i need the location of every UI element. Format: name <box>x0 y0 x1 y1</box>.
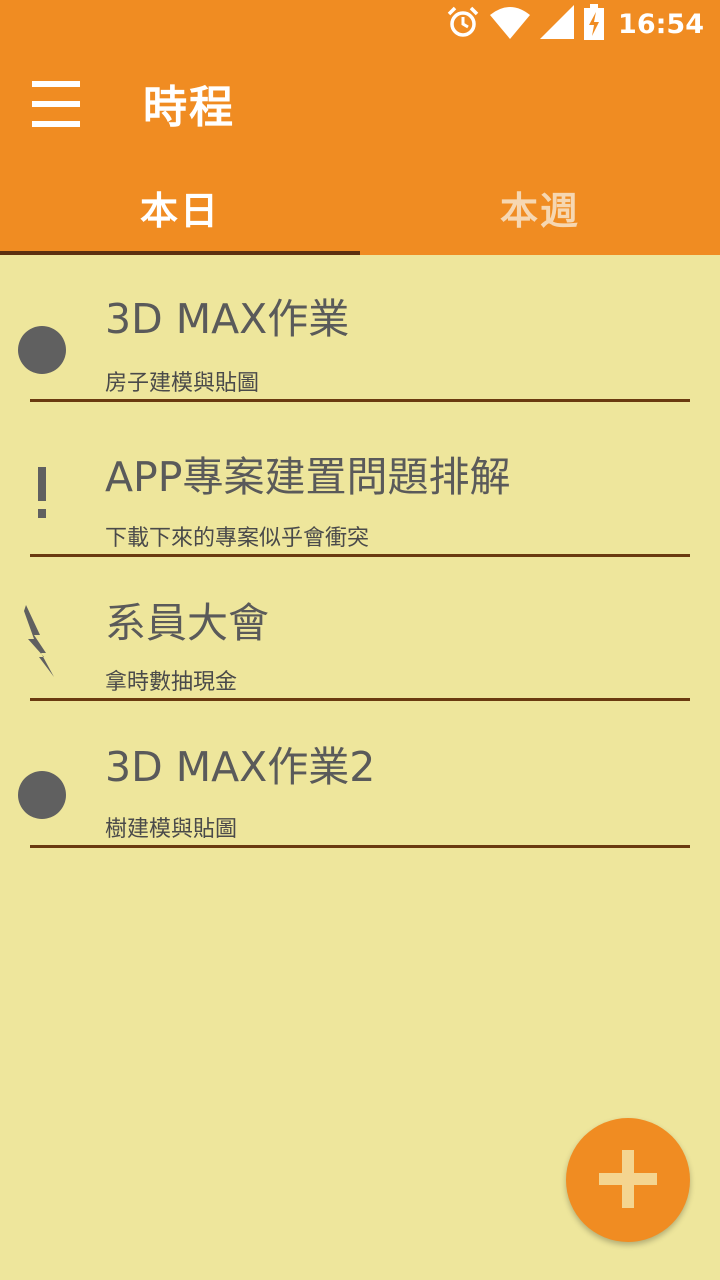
list-item[interactable]: 系員大會 拿時數抽現金 <box>0 557 720 705</box>
status-icons: 16:54 <box>446 0 704 48</box>
battery-charging-icon <box>584 4 605 44</box>
item-subtitle: 拿時數抽現金 <box>105 670 238 695</box>
app-screen: 16:54 時程 本日 本週 3D MAX作業 房子建模與貼圖 APP專案建置問… <box>0 0 720 1280</box>
item-title: 系員大會 <box>105 599 269 647</box>
item-title: 3D MAX作業2 <box>105 743 376 791</box>
exclamation-icon <box>14 465 70 521</box>
item-divider <box>30 399 690 402</box>
tab-week[interactable]: 本週 <box>360 160 720 255</box>
add-schedule-button[interactable] <box>566 1118 690 1242</box>
app-bar: 時程 <box>0 48 720 160</box>
tab-today[interactable]: 本日 <box>0 160 360 255</box>
tab-bar: 本日 本週 <box>0 160 720 255</box>
wifi-icon <box>490 5 531 43</box>
list-item[interactable]: APP專案建置問題排解 下載下來的專案似乎會衝突 <box>0 409 720 557</box>
page-title: 時程 <box>143 82 235 133</box>
item-title: APP專案建置問題排解 <box>105 453 511 501</box>
menu-button[interactable] <box>20 68 92 140</box>
signal-icon <box>540 5 575 43</box>
dot-icon <box>14 322 70 378</box>
hamburger-menu-icon <box>20 68 92 140</box>
status-bar: 16:54 <box>0 0 720 48</box>
list-item[interactable]: 3D MAX作業2 樹建模與貼圖 <box>0 701 720 849</box>
item-subtitle: 下載下來的專案似乎會衝突 <box>105 526 370 551</box>
item-divider <box>30 845 690 848</box>
item-subtitle: 房子建模與貼圖 <box>105 371 260 396</box>
dot-icon <box>14 767 70 823</box>
status-time: 16:54 <box>618 8 704 40</box>
alarm-icon <box>446 5 480 43</box>
lightning-icon <box>14 605 70 677</box>
item-title: 3D MAX作業 <box>105 295 350 343</box>
schedule-list: 3D MAX作業 房子建模與貼圖 APP專案建置問題排解 下載下來的專案似乎會衝… <box>0 255 720 849</box>
item-subtitle: 樹建模與貼圖 <box>105 817 238 842</box>
list-item[interactable]: 3D MAX作業 房子建模與貼圖 <box>0 255 720 403</box>
